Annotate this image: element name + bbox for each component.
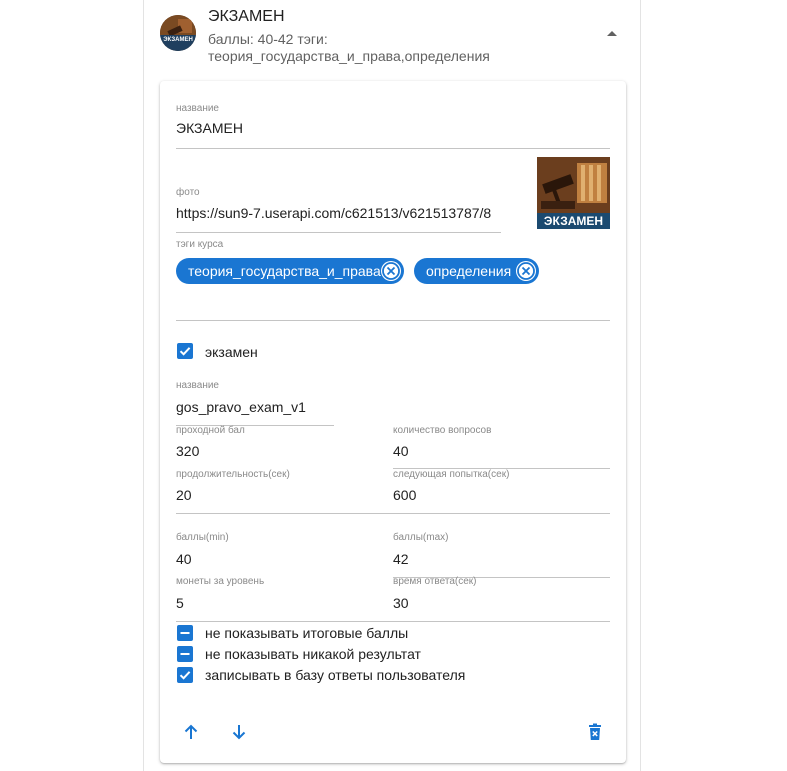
tag-chip[interactable]: определения [414, 258, 539, 284]
hide-total-label: не показывать итоговые баллы [205, 625, 409, 641]
arrow-down-icon[interactable] [229, 722, 249, 742]
exam-checkbox-label: экзамен [205, 344, 258, 360]
tag-chip-label: теория_государства_и_права [188, 263, 381, 279]
avatar-badge-text: ЭКЗАМЕН [163, 37, 193, 43]
close-circle-icon[interactable] [381, 261, 401, 281]
next-attempt-label: следующая попытка(сек) [393, 469, 510, 480]
photo-badge-text: ЭКЗАМЕН [543, 214, 604, 228]
hide-total-checkbox[interactable] [177, 625, 193, 641]
pass-score-label: проходной бал [176, 425, 245, 436]
hide-result-checkbox[interactable] [177, 646, 193, 662]
coins-input[interactable]: 5 [176, 595, 184, 611]
close-circle-icon[interactable] [516, 261, 536, 281]
exam-checkbox[interactable] [177, 343, 193, 359]
coins-label: монеты за уровень [176, 576, 265, 587]
course-subtitle-line1: баллы: 40-42 тэги: [208, 31, 328, 47]
arrow-up-icon[interactable] [181, 722, 201, 742]
answer-time-input[interactable]: 30 [393, 595, 409, 611]
tags-label: тэги курса [176, 239, 224, 250]
name-underline [176, 148, 610, 149]
tag-chip-label: определения [426, 263, 512, 279]
tag-chip[interactable]: теория_государства_и_права [176, 258, 404, 284]
questions-count-label: количество вопросов [393, 425, 492, 436]
exam-name-label: название [176, 380, 219, 391]
score-min-input[interactable]: 40 [176, 551, 192, 567]
course-subtitle: баллы: 40-42 тэги: теория_государства_и_… [208, 31, 528, 65]
answer-time-underline [176, 621, 610, 622]
pass-score-input[interactable]: 320 [176, 443, 199, 459]
name-label: название [176, 103, 219, 114]
tags-underline [176, 320, 610, 321]
hide-result-label: не показывать никакой результат [205, 646, 421, 662]
photo-underline [176, 232, 501, 233]
answer-time-label: время ответа(сек) [393, 576, 477, 587]
duration-label: продолжительность(сек) [176, 469, 290, 480]
score-min-label: баллы(min) [176, 532, 229, 543]
course-subtitle-line2: теория_государства_и_права,определения [208, 48, 490, 64]
photo-preview: ЭКЗАМЕН [537, 157, 610, 229]
questions-count-input[interactable]: 40 [393, 443, 409, 459]
photo-url-input[interactable]: https://sun9-7.userapi.com/c621513/v6215… [176, 205, 501, 221]
save-answers-checkbox[interactable] [177, 667, 193, 683]
next-attempt-input[interactable]: 600 [393, 487, 416, 503]
duration-input[interactable]: 20 [176, 487, 192, 503]
name-input[interactable]: ЭКЗАМЕН [176, 120, 606, 136]
duration-underline [176, 513, 610, 514]
course-title: ЭКЗАМЕН [208, 8, 285, 25]
exam-name-input[interactable]: gos_pravo_exam_v1 [176, 399, 334, 415]
save-answers-label: записывать в базу ответы пользователя [205, 667, 466, 683]
trash-icon[interactable] [585, 722, 605, 742]
course-avatar: ЭКЗАМЕН [160, 15, 196, 51]
score-max-input[interactable]: 42 [393, 551, 409, 567]
photo-label: фото [176, 187, 200, 198]
score-max-label: баллы(max) [393, 532, 449, 543]
chevron-up-icon[interactable] [607, 31, 617, 36]
